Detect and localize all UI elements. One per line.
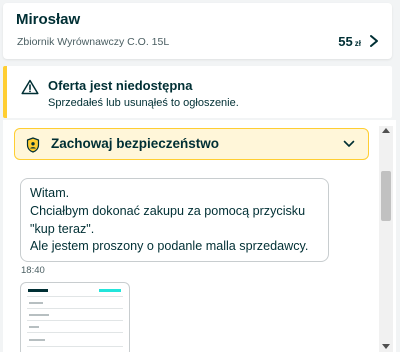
scroll-down-arrow-icon[interactable] [382, 344, 390, 349]
message-line: "kup teraz". [30, 221, 95, 236]
price-value: 55 [338, 34, 353, 49]
scroll-thumb[interactable] [381, 171, 391, 221]
chat-area: Zachowaj bezpieczeństwo Witam. Chciałbym… [3, 120, 396, 352]
thumbnail-field [27, 332, 123, 333]
unavailable-alert: Oferta jest niedostępna Sprzedałeś lub u… [3, 66, 392, 118]
message-line: Witam. [30, 186, 70, 200]
listing-price: 55 zł [338, 33, 361, 51]
attachment-thumbnail[interactable] [20, 282, 130, 352]
thumbnail-field-label [29, 339, 45, 341]
safety-tips-toggle[interactable]: Zachowaj bezpieczeństwo [14, 128, 369, 160]
thumbnail-accent [99, 289, 121, 292]
chevron-right-icon[interactable] [368, 34, 380, 48]
message-line: Ale jestem proszony o podanle malla sprz… [30, 239, 309, 254]
alert-title: Oferta jest niedostępna [48, 78, 193, 93]
thumbnail-field [27, 346, 123, 347]
shield-user-icon [26, 137, 40, 153]
thumbnail-field [27, 320, 123, 321]
thumbnail-divider [27, 296, 123, 297]
seller-name: Mirosław [16, 11, 81, 28]
safety-label: Zachowaj bezpieczeństwo [51, 136, 220, 151]
thumbnail-field-label [29, 326, 39, 328]
message-bubble: Witam. Chciałbym dokonać zakupu za pomoc… [20, 178, 329, 262]
thumbnail-field-label [29, 302, 43, 304]
conversation-header[interactable]: Mirosław Zbiornik Wyrównawczy C.O. 15L 5… [3, 3, 392, 59]
chat-scrollbar[interactable] [379, 126, 393, 352]
alert-description: Sprzedałeś lub usunąłeś to ogłoszenie. [48, 97, 239, 109]
scroll-up-arrow-icon[interactable] [382, 128, 390, 133]
thumbnail-field [27, 308, 123, 309]
warning-triangle-icon [21, 79, 39, 95]
chevron-down-icon[interactable] [343, 139, 355, 149]
message-line: Chciałbym dokonać zakupu za pomocą przyc… [30, 203, 306, 218]
listing-title: Zbiornik Wyrównawczy C.O. 15L [17, 36, 170, 48]
price-currency: zł [354, 39, 361, 48]
message-time: 18:40 [21, 265, 45, 276]
thumbnail-logo [28, 289, 48, 292]
thumbnail-field-label [29, 314, 49, 316]
